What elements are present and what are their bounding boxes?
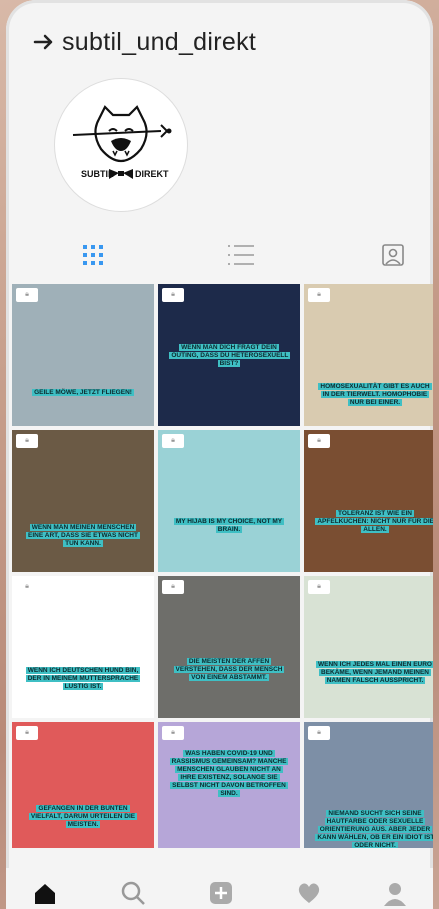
post-caption: GEFANGEN IN DER BUNTEN VIELFALT, DARUM U… [28, 805, 138, 829]
post-tile[interactable]: ☠ NIEMAND SUCHT SICH SEINE HAUTFARBE ODER… [304, 722, 433, 848]
logo-text-right: DIREKT [135, 169, 169, 179]
post-tile[interactable]: ☠ TOLERANZ IST WIE EIN APFELKUCHEN: NICHT… [304, 430, 433, 572]
post-tile[interactable]: ☠ WENN MAN DICH FRAGT DEIN OUTING, DASS D… [158, 284, 300, 426]
logo-text-left: SUBTIL [81, 169, 114, 179]
tagged-person-icon [382, 244, 404, 266]
post-tile[interactable]: ☠ WAS HABEN COVID-19 UND RASSISMUS GEMEIN… [158, 722, 300, 848]
post-logo-icon: ☠ [16, 288, 38, 302]
post-caption: HOMOSEXUALITÄT GIBT ES AUCH IN DER TIERW… [318, 383, 432, 407]
profile-avatar[interactable]: SUBTIL DIREKT [54, 78, 188, 212]
post-tile[interactable]: ☠ GEILE MÖWE, JETZT FLIEGEN! [12, 284, 154, 426]
post-tile[interactable]: ☠ WENN MAN MEINEN MENSCHEN EINE ART, DASS… [12, 430, 154, 572]
post-logo-icon: ☠ [162, 434, 184, 448]
post-tile[interactable]: ☠ WENN ICH DEUTSCHEN HUND BIN, DER IN MEI… [12, 576, 154, 718]
post-caption: MY HIJAB IS MY CHOICE, NOT MY BRAIN. [173, 518, 285, 534]
heart-icon[interactable] [296, 880, 322, 906]
search-icon[interactable] [120, 880, 146, 906]
post-tile[interactable]: ☠ DIE MEISTEN DER AFFEN VERSTEHEN, DASS D… [158, 576, 300, 718]
post-logo-icon: ☠ [16, 434, 38, 448]
post-tile[interactable]: ☠ GEFANGEN IN DER BUNTEN VIELFALT, DARUM … [12, 722, 154, 848]
profile-header: subtil_und_direkt [32, 22, 256, 62]
post-tile[interactable]: ☠ WENN ICH JEDES MAL EINEN EURO BEKÄME, W… [304, 576, 433, 718]
profile-tabs [6, 236, 433, 280]
post-logo-icon: ☠ [162, 580, 184, 594]
back-arrow-icon[interactable] [32, 30, 56, 54]
bulldog-logo-icon: SUBTIL DIREKT [72, 105, 172, 179]
tab-grid[interactable] [78, 240, 108, 270]
post-logo-icon: ☠ [308, 434, 330, 448]
post-logo-icon: ☠ [162, 726, 184, 740]
post-caption: WAS HABEN COVID-19 UND RASSISMUS GEMEINS… [169, 749, 289, 797]
post-caption: DIE MEISTEN DER AFFEN VERSTEHEN, DASS DE… [173, 658, 285, 682]
post-caption: WENN MAN DICH FRAGT DEIN OUTING, DASS DU… [169, 343, 291, 367]
tab-list[interactable] [226, 240, 256, 270]
post-tile[interactable]: ☠ HOMOSEXUALITÄT GIBT ES AUCH IN DER TIER… [304, 284, 433, 426]
post-tile[interactable]: ☠ MY HIJAB IS MY CHOICE, NOT MY BRAIN. [158, 430, 300, 572]
home-icon[interactable] [32, 880, 58, 906]
post-caption: WENN ICH JEDES MAL EINEN EURO BEKÄME, WE… [315, 661, 433, 685]
list-icon [228, 245, 254, 265]
post-caption: TOLERANZ IST WIE EIN APFELKUCHEN: NICHT … [315, 509, 433, 534]
post-caption: NIEMAND SUCHT SICH SEINE HAUTFARBE ODER … [315, 810, 433, 848]
profile-icon[interactable] [382, 880, 408, 906]
post-logo-icon: ☠ [16, 580, 38, 594]
profile-username: subtil_und_direkt [62, 27, 257, 56]
tab-tagged[interactable] [378, 240, 408, 270]
post-caption: WENN ICH DEUTSCHEN HUND BIN, DER IN MEIN… [25, 666, 141, 690]
bottom-nav-bar [6, 868, 433, 909]
add-post-icon[interactable] [208, 880, 234, 906]
post-caption: WENN MAN MEINEN MENSCHEN EINE ART, DASS … [26, 523, 140, 547]
post-logo-icon: ☠ [162, 288, 184, 302]
post-logo-icon: ☠ [308, 726, 330, 740]
post-logo-icon: ☠ [308, 580, 330, 594]
post-logo-icon: ☠ [308, 288, 330, 302]
phone-screen: subtil_und_direkt SUBTIL DIREKT ☠ GEILE … [6, 0, 433, 909]
post-caption: GEILE MÖWE, JETZT FLIEGEN! [32, 389, 134, 397]
post-logo-icon: ☠ [16, 726, 38, 740]
grid-icon [83, 245, 103, 265]
